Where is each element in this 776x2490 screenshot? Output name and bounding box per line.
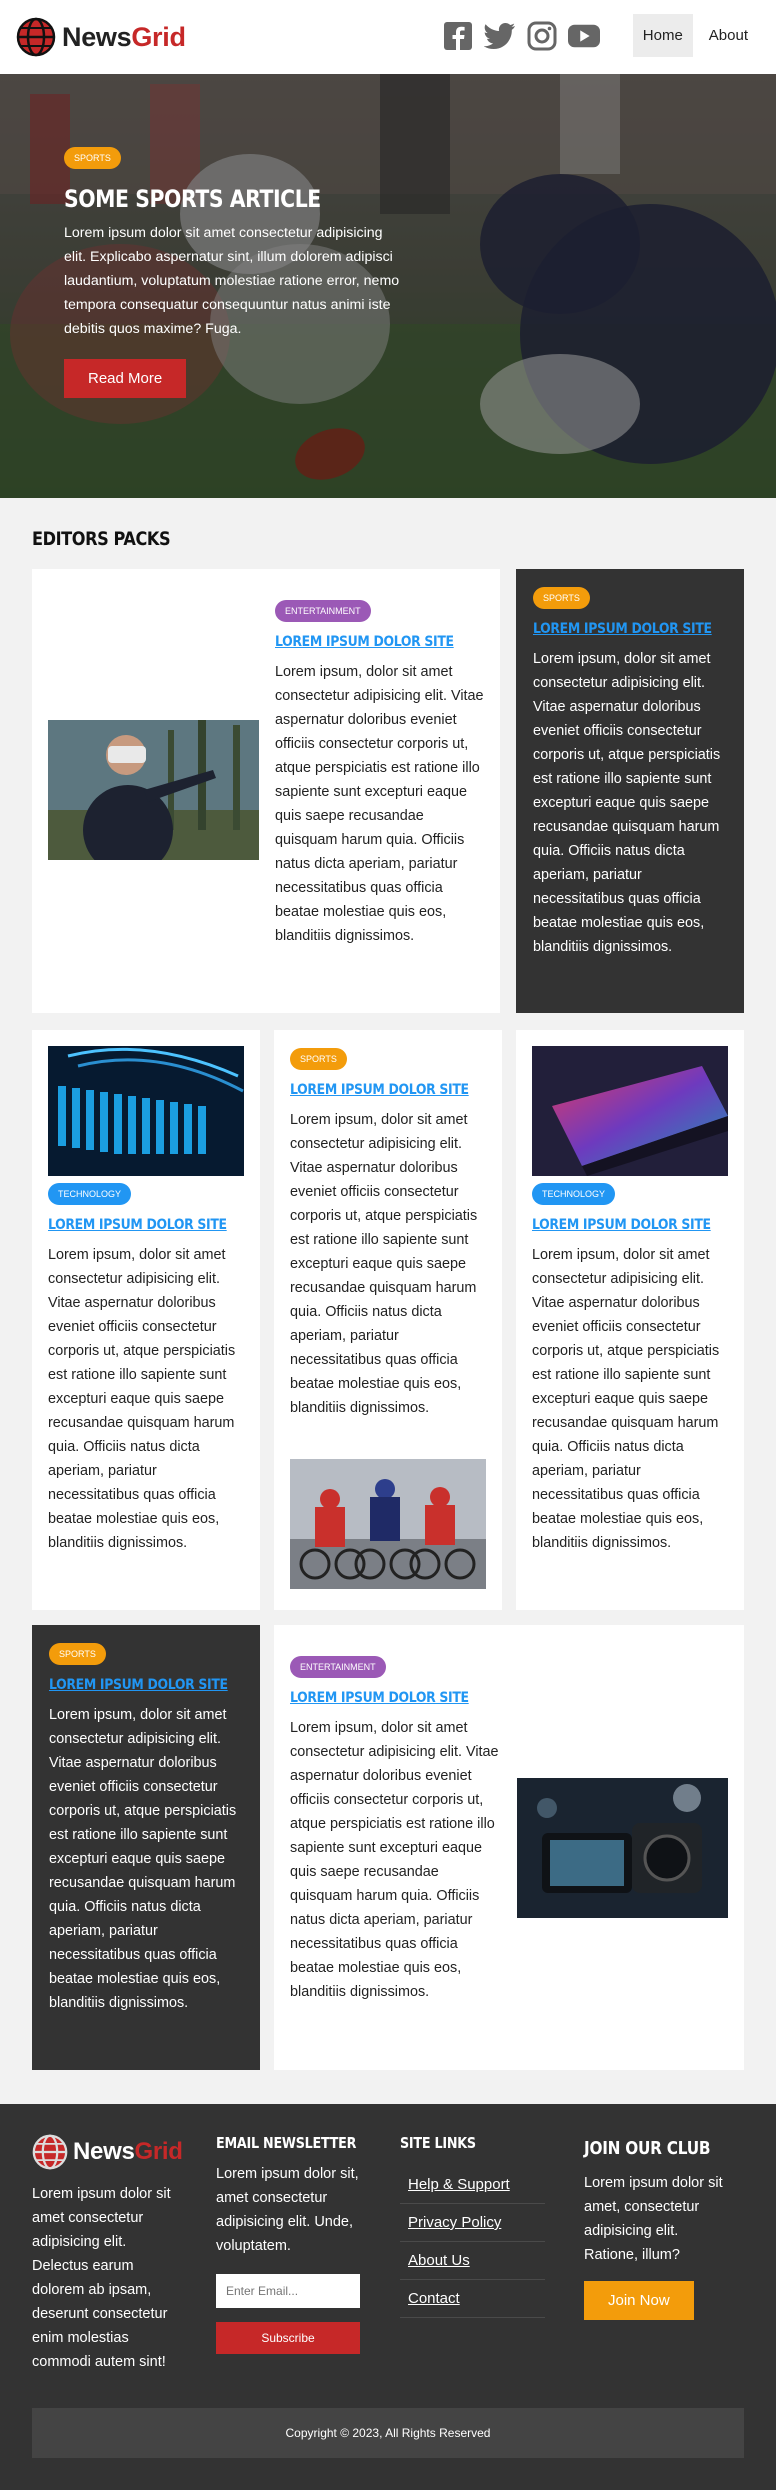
- article-title-link[interactable]: LOREM IPSUM DOLOR SITE: [275, 634, 456, 650]
- cyclists-image: [290, 1459, 486, 1589]
- link-help-support[interactable]: Help & Support: [400, 2166, 545, 2204]
- read-more-button[interactable]: Read More: [64, 359, 187, 398]
- category-badge: SPORTS: [533, 587, 590, 609]
- server-image: [48, 1046, 244, 1176]
- category-badge: ENTERTAINMENT: [275, 600, 371, 622]
- club-text: Lorem ipsum dolor sit amet, consectetur …: [584, 2175, 723, 2263]
- nav-home[interactable]: Home: [632, 14, 693, 57]
- article-card: ENTERTAINMENT LOREM IPSUM DOLOR SITE Lor…: [32, 569, 500, 1013]
- article-card: TECHNOLOGY LOREM IPSUM DOLOR SITE Lorem …: [32, 1030, 260, 1610]
- footer-club: JOIN OUR CLUB Lorem ipsum dolor sit amet…: [584, 2134, 744, 2320]
- hero-content: SPORTS SOME SPORTS ARTICLE Lorem ipsum d…: [64, 146, 404, 398]
- article-title-link[interactable]: LOREM IPSUM DOLOR SITE: [290, 1082, 469, 1098]
- subscribe-button[interactable]: Subscribe: [216, 2322, 360, 2354]
- article-text: Lorem ipsum, dolor sit amet consectetur …: [533, 651, 721, 955]
- section-title: EDITORS PACKS: [32, 528, 171, 550]
- article-card: ENTERTAINMENT LOREM IPSUM DOLOR SITE Lor…: [274, 1625, 744, 2070]
- category-badge: TECHNOLOGY: [48, 1183, 132, 1205]
- laptop-image: [532, 1046, 728, 1176]
- category-badge: SPORTS: [49, 1643, 106, 1665]
- article-card: SPORTS LOREM IPSUM DOLOR SITE Lorem ipsu…: [274, 1030, 502, 1610]
- globe-icon: [32, 2134, 68, 2170]
- article-card: SPORTS LOREM IPSUM DOLOR SITE Lorem ipsu…: [32, 1625, 260, 2070]
- site-header: NewsGrid Home About: [0, 0, 776, 74]
- article-title-link[interactable]: LOREM IPSUM DOLOR SITE: [290, 1690, 471, 1706]
- category-badge: ENTERTAINMENT: [290, 1656, 386, 1678]
- article-text: Lorem ipsum, dolor sit amet consectetur …: [290, 1720, 499, 2000]
- join-now-button[interactable]: Join Now: [584, 2281, 694, 2320]
- nav-about[interactable]: About: [699, 14, 758, 57]
- hero-badge: SPORTS: [64, 147, 121, 169]
- link-about-us[interactable]: About Us: [400, 2242, 545, 2280]
- hero-text: Lorem ipsum dolor sit amet consectetur a…: [64, 225, 400, 337]
- newsletter-title: EMAIL NEWSLETTER: [216, 2134, 357, 2152]
- brand-name: NewsGrid: [62, 21, 186, 52]
- vr-image: [48, 720, 259, 860]
- link-privacy-policy[interactable]: Privacy Policy: [400, 2204, 545, 2242]
- facebook-icon[interactable]: [442, 20, 474, 52]
- camera-image: [517, 1778, 728, 1918]
- article-text: Lorem ipsum, dolor sit amet consectetur …: [290, 1112, 478, 1416]
- footer-links: SITE LINKS Help & Support Privacy Policy…: [400, 2134, 545, 2318]
- link-contact[interactable]: Contact: [400, 2280, 545, 2318]
- article-card: TECHNOLOGY LOREM IPSUM DOLOR SITE Lorem …: [516, 1030, 744, 1610]
- footer-newsletter: EMAIL NEWSLETTER Lorem ipsum dolor sit, …: [216, 2134, 376, 2354]
- join-club-title: JOIN OUR CLUB: [584, 2138, 711, 2159]
- footer-about-text: Lorem ipsum dolor sit amet consectetur a…: [32, 2186, 171, 2370]
- editors-section: EDITORS PACKS: [0, 498, 776, 550]
- copyright-text: Copyright © 2023, All Rights Reserved: [285, 2426, 491, 2440]
- article-title-link[interactable]: LOREM IPSUM DOLOR SITE: [532, 1217, 711, 1233]
- article-text: Lorem ipsum, dolor sit amet consectetur …: [275, 664, 484, 944]
- article-title-link[interactable]: LOREM IPSUM DOLOR SITE: [49, 1677, 228, 1693]
- logo[interactable]: NewsGrid: [16, 17, 186, 57]
- article-text: Lorem ipsum, dolor sit amet consectetur …: [49, 1707, 237, 2011]
- article-text: Lorem ipsum, dolor sit amet consectetur …: [532, 1247, 720, 1551]
- youtube-icon[interactable]: [568, 20, 600, 52]
- twitter-icon[interactable]: [484, 20, 516, 52]
- footer-about: NewsGrid Lorem ipsum dolor sit amet cons…: [32, 2134, 192, 2374]
- site-footer: NewsGrid Lorem ipsum dolor sit amet cons…: [0, 2104, 776, 2490]
- social-links: [442, 20, 600, 52]
- footer-logo[interactable]: NewsGrid: [32, 2134, 192, 2170]
- article-title-link[interactable]: LOREM IPSUM DOLOR SITE: [533, 621, 712, 637]
- copyright-bar: Copyright © 2023, All Rights Reserved: [32, 2408, 744, 2458]
- hero-title: SOME SPORTS ARTICLE: [64, 185, 321, 213]
- main-nav: Home About: [632, 14, 758, 57]
- category-badge: TECHNOLOGY: [532, 1183, 616, 1205]
- instagram-icon[interactable]: [526, 20, 558, 52]
- globe-icon: [16, 17, 56, 57]
- hero-banner: SPORTS SOME SPORTS ARTICLE Lorem ipsum d…: [0, 74, 776, 498]
- email-field[interactable]: [216, 2274, 360, 2308]
- category-badge: SPORTS: [290, 1048, 347, 1070]
- article-title-link[interactable]: LOREM IPSUM DOLOR SITE: [48, 1217, 227, 1233]
- newsletter-text: Lorem ipsum dolor sit, amet consectetur …: [216, 2166, 359, 2254]
- article-text: Lorem ipsum, dolor sit amet consectetur …: [48, 1247, 236, 1551]
- article-card: SPORTS LOREM IPSUM DOLOR SITE Lorem ipsu…: [516, 569, 744, 1013]
- site-links-title: SITE LINKS: [400, 2134, 476, 2152]
